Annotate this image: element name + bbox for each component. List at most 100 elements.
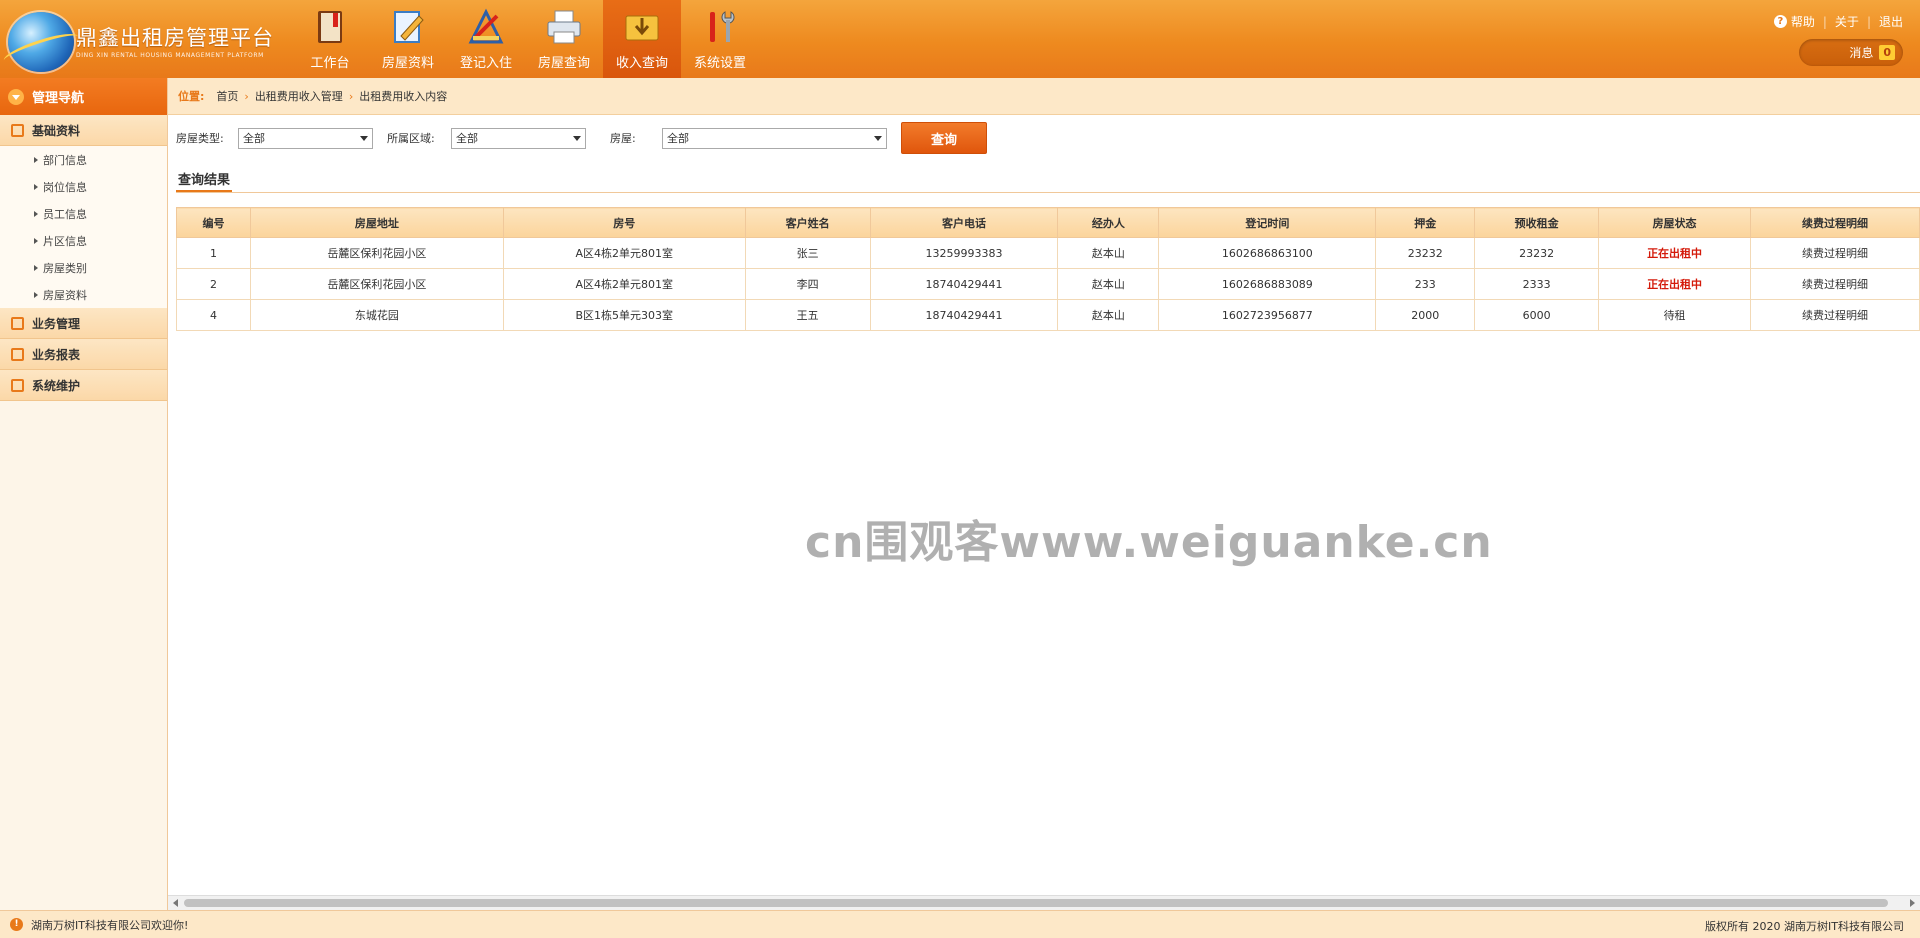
sidebar-item-house-info[interactable]: 房屋资料 xyxy=(0,281,167,308)
cell-status: 待租 xyxy=(1598,299,1752,331)
house-type-label: 房屋类型: xyxy=(176,132,224,145)
main-content: 位置: 首页 › 出租费用收入管理 › 出租费用收入内容 房屋类型: 全部 所属… xyxy=(168,78,1920,910)
caret-right-icon xyxy=(34,291,38,298)
sidebar: 管理导航 基础资料 部门信息 岗位信息 员工信息 片区信息 房屋类别 房屋资料 … xyxy=(0,78,168,910)
col-header: 编号 xyxy=(176,207,251,238)
cell-deposit: 23232 xyxy=(1375,237,1476,269)
help-icon: ? xyxy=(1773,15,1787,28)
col-header: 预收租金 xyxy=(1474,207,1600,238)
breadcrumb-arrow-icon: › xyxy=(348,89,354,103)
cell-address: 岳麓区保利花园小区 xyxy=(249,268,504,300)
cell-address: 东城花园 xyxy=(249,299,504,331)
breadcrumb-current: 出租费用收入内容 xyxy=(359,90,448,103)
main-nav: 工作台 房屋资料 登记入住 房屋查询 收入查询 系统设置 xyxy=(291,0,759,78)
cell-handler: 赵本山 xyxy=(1057,237,1160,269)
tab-query-results[interactable]: 查询结果 xyxy=(176,169,233,192)
logo-subtitle: DING XIN RENTAL HOUSING MANAGEMENT PLATF… xyxy=(76,52,264,59)
select-value: 全部 xyxy=(456,132,478,145)
nav-checkin[interactable]: 登记入住 xyxy=(447,0,525,78)
nav-house-search[interactable]: 房屋查询 xyxy=(525,0,603,78)
sidebar-item-district[interactable]: 片区信息 xyxy=(0,227,167,254)
book-icon xyxy=(318,11,342,43)
sidebar-item-label: 片区信息 xyxy=(43,234,87,248)
nav-label: 房屋资料 xyxy=(381,56,434,71)
message-box[interactable]: 消息 0 xyxy=(1799,39,1903,66)
nav-income-query[interactable]: 收入查询 xyxy=(603,0,681,78)
cell-deposit: 233 xyxy=(1375,268,1476,300)
sidebar-item-label: 岗位信息 xyxy=(43,180,87,194)
cell-deposit: 2000 xyxy=(1375,299,1476,331)
caret-right-icon xyxy=(34,237,38,244)
help-link[interactable]: 帮助 xyxy=(1791,13,1815,30)
col-header: 登记时间 xyxy=(1158,207,1377,238)
cell-id: 2 xyxy=(176,268,251,300)
nav-workbench[interactable]: 工作台 xyxy=(291,0,369,78)
renewal-detail-link[interactable]: 续费过程明细 xyxy=(1750,268,1920,300)
cell-prepaid-rent: 6000 xyxy=(1474,299,1600,331)
caret-right-icon xyxy=(34,264,38,271)
col-header: 经办人 xyxy=(1057,207,1160,238)
separator: | xyxy=(1866,14,1871,29)
house-select[interactable]: 全部 xyxy=(662,127,887,149)
sidebar-item-department[interactable]: 部门信息 xyxy=(0,146,167,173)
breadcrumb-income-mgmt[interactable]: 出租费用收入管理 xyxy=(255,88,343,104)
col-header: 房屋地址 xyxy=(249,207,504,238)
calendar-icon xyxy=(11,378,24,392)
footer: ! 湖南万树IT科技有限公司欢迎你! 版权所有 2020 湖南万树IT科技有限公… xyxy=(0,910,1920,938)
cell-register-time: 1602686883089 xyxy=(1158,268,1377,300)
scroll-left-icon[interactable] xyxy=(173,899,178,907)
sidebar-item-house-category[interactable]: 房屋类别 xyxy=(0,254,167,281)
nav-system-settings[interactable]: 系统设置 xyxy=(681,0,759,78)
sidebar-title: 管理导航 xyxy=(32,91,85,106)
sidebar-group-basic[interactable]: 基础资料 xyxy=(0,115,167,146)
sidebar-group-maintenance[interactable]: 系统维护 xyxy=(0,370,167,401)
area-select[interactable]: 全部 xyxy=(451,127,586,149)
top-links: ? 帮助 | 关于 | 退出 xyxy=(1773,13,1903,30)
sidebar-item-employee[interactable]: 员工信息 xyxy=(0,200,167,227)
chevron-down-icon xyxy=(8,88,24,105)
horizontal-scrollbar[interactable] xyxy=(168,895,1920,910)
sidebar-group-business[interactable]: 业务管理 xyxy=(0,308,167,339)
sidebar-item-position[interactable]: 岗位信息 xyxy=(0,173,167,200)
sidebar-item-label: 房屋资料 xyxy=(43,288,87,302)
cell-register-time: 1602723956877 xyxy=(1158,299,1377,331)
nav-label: 登记入住 xyxy=(459,56,512,71)
caret-right-icon xyxy=(34,156,38,163)
breadcrumb-home[interactable]: 首页 xyxy=(216,88,238,104)
cell-handler: 赵本山 xyxy=(1057,268,1160,300)
scroll-right-icon[interactable] xyxy=(1910,899,1915,907)
col-header: 客户电话 xyxy=(869,207,1059,238)
cell-customer-name: 张三 xyxy=(744,237,871,269)
cell-room: A区4栋2单元801室 xyxy=(502,237,746,269)
list-icon xyxy=(11,123,24,137)
cell-customer-phone: 18740429441 xyxy=(869,299,1059,331)
sidebar-group-reports[interactable]: 业务报表 xyxy=(0,339,167,370)
cell-address: 岳麓区保利花园小区 xyxy=(249,237,504,269)
caret-right-icon xyxy=(34,210,38,217)
about-link[interactable]: 关于 xyxy=(1835,13,1859,30)
house-type-select[interactable]: 全部 xyxy=(238,127,373,149)
filter-bar: 房屋类型: 全部 所属区域: 全部 房屋: 全部 查询 xyxy=(176,122,987,154)
logo[interactable]: 鼎鑫出租房管理平台 DING XIN RENTAL HOUSING MANAGE… xyxy=(8,8,278,72)
col-header: 客户姓名 xyxy=(744,207,871,238)
renewal-detail-link[interactable]: 续费过程明细 xyxy=(1750,237,1920,269)
globe-logo-icon xyxy=(8,12,74,72)
sidebar-item-label: 部门信息 xyxy=(43,153,87,167)
download-folder-icon xyxy=(625,15,659,41)
printer-icon xyxy=(547,10,581,44)
cell-room: B区1栋5单元303室 xyxy=(502,299,746,331)
logout-link[interactable]: 退出 xyxy=(1879,13,1903,30)
query-button[interactable]: 查询 xyxy=(901,122,987,154)
select-value: 全部 xyxy=(667,132,689,145)
scroll-thumb[interactable] xyxy=(184,899,1888,907)
footer-copyright: 版权所有 2020 湖南万树IT科技有限公司 xyxy=(1705,920,1904,933)
col-header: 房屋状态 xyxy=(1598,207,1752,238)
sidebar-header: 管理导航 xyxy=(0,78,167,115)
breadcrumb-prefix: 位置: xyxy=(178,90,205,103)
chevron-down-icon xyxy=(874,135,882,141)
nav-house-info[interactable]: 房屋资料 xyxy=(369,0,447,78)
renewal-detail-link[interactable]: 续费过程明细 xyxy=(1750,299,1920,331)
sidebar-item-label: 房屋类别 xyxy=(43,261,87,275)
sidebar-item-label: 员工信息 xyxy=(43,207,87,221)
breadcrumb: 位置: 首页 › 出租费用收入管理 › 出租费用收入内容 xyxy=(168,78,1920,115)
